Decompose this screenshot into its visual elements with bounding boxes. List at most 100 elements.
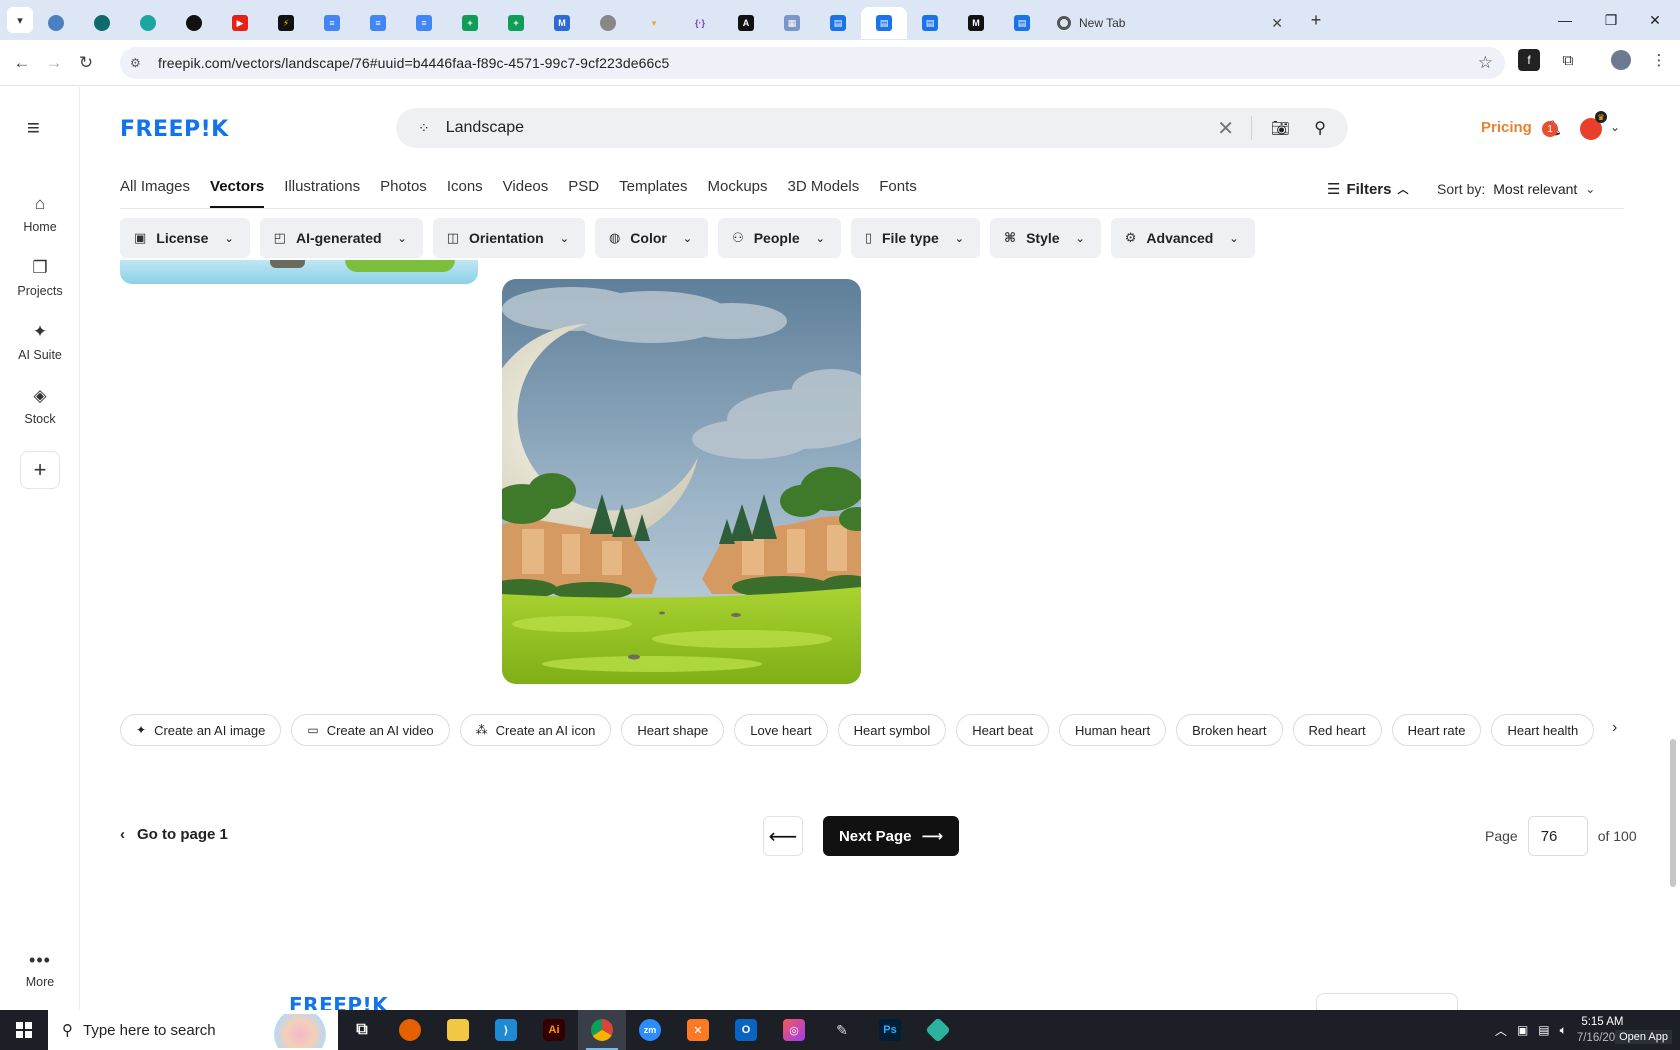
browser-tab-new-tab[interactable]: New Tab ✕ (1045, 7, 1295, 39)
page-number-input[interactable]: 76 (1527, 816, 1588, 856)
filter-ai-generated[interactable]: ◰ AI-generated ⌄ (259, 218, 423, 258)
filter-style[interactable]: ⌘ Style ⌄ (990, 218, 1101, 258)
forward-icon[interactable]: → (38, 47, 70, 79)
browser-tab[interactable]: M (953, 7, 999, 39)
result-image-partial[interactable] (120, 260, 478, 284)
tag-human-heart[interactable]: Human heart (1058, 714, 1167, 746)
tag-broken-heart[interactable]: Broken heart (1176, 714, 1283, 746)
browser-tab[interactable]: ≡ (401, 7, 447, 39)
search-icon[interactable]: ⚲ (1314, 118, 1326, 138)
tag-love-heart[interactable]: Love heart (734, 714, 828, 746)
browser-tab[interactable] (125, 7, 171, 39)
tab-fonts[interactable]: Fonts (879, 178, 917, 208)
previous-page-button[interactable]: ⟵ (763, 816, 803, 856)
add-button[interactable]: + (20, 451, 60, 489)
back-icon[interactable]: ← (6, 47, 38, 79)
browser-tab[interactable] (171, 7, 217, 39)
filter-people[interactable]: ⚇ People ⌄ (718, 218, 841, 258)
page-scrollbar[interactable] (1666, 87, 1680, 1010)
tab-3d-models[interactable]: 3D Models (788, 178, 860, 208)
taskbar-app-zoom[interactable]: zm (626, 1010, 674, 1050)
tag-heart-symbol[interactable]: Heart symbol (837, 714, 947, 746)
tag-heart-health[interactable]: Heart health (1491, 714, 1595, 746)
filter-color[interactable]: ◍ Color ⌄ (594, 218, 709, 258)
browser-tab[interactable]: ≡ (309, 7, 355, 39)
address-bar[interactable]: ⚙ freepik.com/vectors/landscape/76#uuid=… (120, 47, 1505, 79)
site-info-icon[interactable]: ⚙ (130, 56, 150, 70)
filters-toggle[interactable]: ☰ Filters ︿ (1327, 180, 1408, 199)
taskbar-app-firefox[interactable] (386, 1010, 434, 1050)
network-icon[interactable]: ▤ (1538, 1023, 1549, 1037)
tab-psd[interactable]: PSD (568, 178, 599, 208)
tab-vectors[interactable]: Vectors (210, 178, 265, 208)
camera-search-icon[interactable]: 📷︎ (1271, 119, 1290, 137)
open-app-label[interactable]: Open App (1615, 1030, 1672, 1044)
tag-red-heart[interactable]: Red heart (1292, 714, 1382, 746)
next-page-button[interactable]: Next Page ⟶ (823, 816, 959, 856)
search-category-icon[interactable]: ⁘ (418, 120, 430, 137)
browser-tab[interactable] (585, 7, 631, 39)
browser-tab[interactable]: + (447, 7, 493, 39)
clear-search-icon[interactable]: ✕ (1217, 116, 1234, 141)
tag-create-ai-video[interactable]: ▭ Create an AI video (291, 714, 450, 746)
sort-dropdown[interactable]: Sort by: Most relevant ⌄ (1437, 181, 1595, 197)
freepik-logo[interactable]: FREEP!K (120, 117, 229, 142)
volume-icon[interactable]: 🔈︎ (1560, 1023, 1567, 1038)
browser-tab[interactable]: ▤ (999, 7, 1045, 39)
taskbar-app-creative-cloud[interactable]: ◎ (770, 1010, 818, 1050)
extension-icon[interactable]: f (1518, 49, 1540, 71)
minimize-icon[interactable]: — (1540, 0, 1590, 40)
restore-icon[interactable]: ❐ (1586, 0, 1636, 40)
browser-tab[interactable]: ▾ (631, 7, 677, 39)
sidebar-item-stock[interactable]: ◈ Stock (0, 386, 80, 426)
search-bar[interactable]: ⁘ Landscape ✕ 📷︎ ⚲ (396, 108, 1348, 148)
taskbar-app-pen[interactable]: ✎ (818, 1010, 866, 1050)
browser-tab[interactable]: A (723, 7, 769, 39)
browser-tab[interactable]: ▤ (907, 7, 953, 39)
result-image-landscape-moon[interactable] (502, 279, 861, 684)
tag-heart-rate[interactable]: Heart rate (1391, 714, 1482, 746)
go-to-first-page-link[interactable]: ‹ Go to page 1 (120, 826, 228, 843)
tab-videos[interactable]: Videos (503, 178, 549, 208)
new-tab-button[interactable]: + (1301, 5, 1331, 35)
pricing-link[interactable]: Pricing (1481, 119, 1532, 136)
extensions-puzzle-icon[interactable]: ⧉ (1555, 47, 1581, 73)
notifications-button[interactable]: 🔔︎ 1 (1542, 119, 1563, 139)
browser-tab[interactable]: ⚡ (263, 7, 309, 39)
tag-create-ai-icon[interactable]: ⁂ Create an AI icon (459, 714, 612, 746)
user-avatar[interactable]: ♛ (1580, 111, 1607, 140)
taskbar-app-illustrator[interactable]: Ai (530, 1010, 578, 1050)
taskbar-app-outlook[interactable]: O (722, 1010, 770, 1050)
tag-create-ai-image[interactable]: ✦ Create an AI image (120, 714, 282, 746)
windows-start-button[interactable] (0, 1010, 48, 1050)
hamburger-menu-icon[interactable]: ≡ (27, 115, 40, 141)
search-input[interactable]: Landscape (446, 119, 524, 137)
sidebar-item-more[interactable]: ••• More (0, 950, 80, 989)
browser-tab[interactable]: ≡ (355, 7, 401, 39)
tab-illustrations[interactable]: Illustrations (284, 178, 360, 208)
sidebar-item-projects[interactable]: ❐ Projects (0, 258, 80, 298)
filter-file-type[interactable]: ▯ File type ⌄ (850, 218, 981, 258)
scrollbar-thumb[interactable] (1670, 739, 1676, 887)
tag-heart-beat[interactable]: Heart beat (956, 714, 1049, 746)
tab-search-icon[interactable]: ▾ (7, 7, 33, 33)
taskbar-app-xampp[interactable]: ✕ (674, 1010, 722, 1050)
tab-all-images[interactable]: All Images (120, 178, 190, 208)
chevron-right-icon[interactable]: › (1612, 719, 1617, 737)
taskbar-app-explorer[interactable] (434, 1010, 482, 1050)
taskbar-app-chrome[interactable] (578, 1010, 626, 1050)
taskbar-app-vscode[interactable]: ⟩ (482, 1010, 530, 1050)
browser-menu-icon[interactable]: ⋮ (1646, 47, 1672, 73)
browser-tab[interactable]: ▦ (769, 7, 815, 39)
tray-app-icon[interactable]: ▣ (1517, 1023, 1528, 1037)
filter-license[interactable]: ▣ License ⌄ (120, 218, 250, 258)
taskbar-app-photoshop[interactable]: Ps (866, 1010, 914, 1050)
tab-templates[interactable]: Templates (619, 178, 687, 208)
browser-tab[interactable]: + (493, 7, 539, 39)
close-window-icon[interactable]: ✕ (1630, 0, 1680, 40)
tag-heart-shape[interactable]: Heart shape (621, 714, 725, 746)
task-view-button[interactable]: ⧉ (338, 1010, 386, 1050)
browser-tab[interactable]: ▶ (217, 7, 263, 39)
browser-tab[interactable] (33, 7, 79, 39)
tab-close-icon[interactable]: ✕ (1271, 15, 1283, 32)
